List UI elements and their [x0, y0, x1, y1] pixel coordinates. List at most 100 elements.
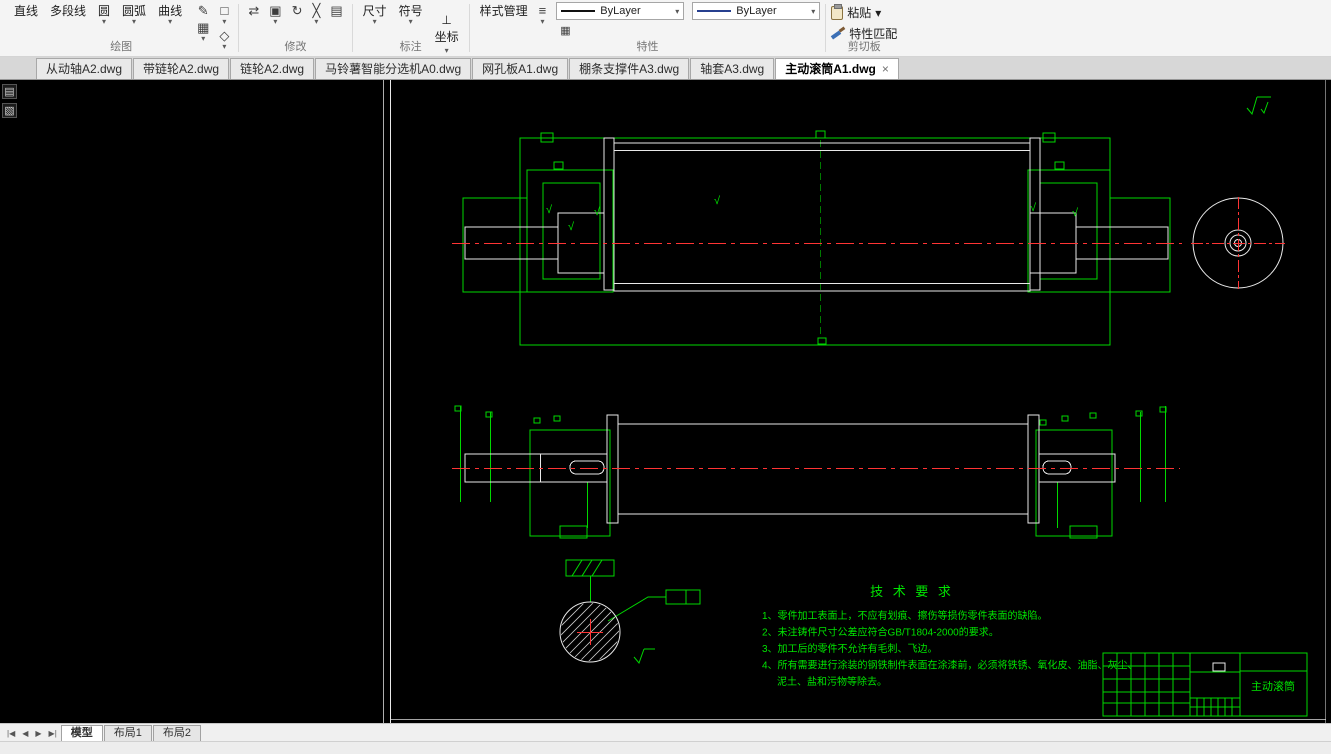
tech-line: 3、加工后的零件不允许有毛刺、飞边。: [762, 642, 938, 655]
arc-tool-label: 圆弧: [122, 4, 147, 18]
file-tab[interactable]: 棚条支撑件A3.dwg: [569, 58, 690, 79]
arc-tool-button[interactable]: 圆弧 ▾: [117, 2, 151, 26]
color-swatch: [697, 10, 732, 12]
tech-line: 4、所有需要进行涂装的钢铁制件表面在涂漆前，必须将铁锈、氧化皮、油脂、灰尘、: [762, 659, 1138, 672]
style-manager-button[interactable]: 样式管理: [475, 2, 533, 18]
hatch-icon[interactable]: ▦ ▾: [193, 19, 213, 43]
ribbon-group-properties: 样式管理 ≡ ▾ ByLayer ▾ ▦ ByLayer ▾ 特性: [470, 0, 826, 56]
symbol-tool-label: 符号: [398, 4, 423, 18]
file-tab[interactable]: 马铃薯智能分选机A0.dwg: [315, 58, 472, 79]
ribbon-group-label-draw: 绘图: [110, 41, 133, 53]
prev-tab-icon[interactable]: ◀: [19, 729, 31, 741]
svg-text:√: √: [568, 221, 575, 233]
tech-line: 2、未注铸件尺寸公差应符合GB/T1804-2000的要求。: [762, 626, 999, 639]
linetype-column: ByLayer ▾ ▦: [556, 2, 685, 38]
ribbon-group-label-annotate: 标注: [399, 41, 422, 53]
drawing-canvas[interactable]: ▤ ▧ √ √ √ √ √ √ 技 术 要 求 1、零件加工表面上，不应有划痕、…: [0, 80, 1331, 723]
rotate-icon[interactable]: ↻: [288, 2, 307, 18]
canvas-side-tools: ▤ ▧: [2, 84, 17, 118]
clipboard-icon: [831, 3, 844, 20]
svg-text:√: √: [1030, 202, 1037, 214]
chevron-down-icon: ▾: [132, 17, 137, 26]
tech-requirements: 技 术 要 求 1、零件加工表面上，不应有划痕、擦伤等损伤零件表面的缺陷。 2、…: [762, 584, 1138, 688]
linetype-select[interactable]: ByLayer ▾: [556, 2, 685, 20]
layout-tab-bar: |◀ ◀ ▶ ▶| 模型 布局1 布局2: [0, 723, 1331, 741]
file-tab[interactable]: 带链轮A2.dwg: [133, 58, 230, 79]
style-manager-label: 样式管理: [479, 4, 528, 18]
linetype-value: ByLayer: [600, 5, 641, 17]
layout2-tab[interactable]: 布局2: [152, 725, 202, 741]
symbol-tool-button[interactable]: 符号 ▾: [394, 2, 428, 26]
chevron-down-icon: ▾: [273, 17, 278, 26]
sketch-icon[interactable]: ✎: [193, 2, 213, 18]
line-tool-button[interactable]: 直线: [9, 2, 43, 18]
chevron-down-icon: ▾: [875, 5, 882, 20]
ribbon-group-label-properties: 特性: [636, 41, 659, 53]
copy-icon[interactable]: ▣ ▾: [265, 2, 285, 26]
cad-application: 直线 多段线 圆 ▾ 圆弧 ▾ 曲线 ▾ ✎ ▦ ▾ □ ▾ ◇ ▾ 绘图 ⇄ …: [0, 0, 1331, 754]
match-properties-label: 特性匹配: [849, 27, 898, 41]
front-view: [452, 405, 1180, 539]
circle-tool-label: 圆: [98, 4, 111, 18]
trim-icon[interactable]: ╳ ▾: [308, 2, 324, 26]
chevron-down-icon: ▾: [102, 17, 107, 26]
array-icon[interactable]: ▤: [326, 2, 346, 18]
lineweight-icon[interactable]: ≡ ▾: [535, 2, 551, 26]
status-bar: [0, 741, 1331, 754]
spline-tool-label: 曲线: [158, 4, 183, 18]
polyline-tool-button[interactable]: 多段线: [45, 2, 91, 18]
tech-line: 1、零件加工表面上，不应有划痕、擦伤等损伤零件表面的缺陷。: [762, 609, 1048, 622]
chevron-down-icon: ▾: [314, 17, 319, 26]
paste-button[interactable]: 粘贴 ▾: [831, 3, 897, 21]
cad-drawing: √ √ √ √ √ √ 技 术 要 求 1、零件加工表面上，不应有划痕、擦伤等损…: [383, 80, 1326, 723]
ribbon-group-label-modify: 修改: [284, 41, 307, 53]
chevron-down-icon: ▾: [372, 17, 377, 26]
file-tab-active[interactable]: 主动滚筒A1.dwg ×: [775, 58, 899, 79]
circle-tool-button[interactable]: 圆 ▾: [93, 2, 115, 26]
first-tab-icon[interactable]: |◀: [4, 729, 18, 741]
dimension-tool-button[interactable]: 尺寸 ▾: [358, 2, 392, 26]
book-icon[interactable]: ▧: [2, 103, 17, 118]
ribbon-group-annotate: 尺寸 ▾ 符号 ▾ ⊥ 坐标 ▾ 标注: [353, 0, 469, 56]
polyline-tool-label: 多段线: [50, 4, 87, 18]
layout1-tab[interactable]: 布局1: [103, 725, 152, 741]
rectangle-icon[interactable]: □ ▾: [215, 2, 233, 26]
chevron-down-icon: ▾: [222, 17, 227, 26]
move-icon[interactable]: ⇄: [244, 2, 263, 18]
end-view: [1191, 197, 1285, 289]
ribbon-group-label-clipboard: 剪切板: [847, 41, 881, 53]
close-icon[interactable]: ×: [882, 63, 889, 75]
surface-finish-symbol: [1246, 96, 1271, 116]
svg-text:√: √: [714, 195, 721, 207]
spline-tool-button[interactable]: 曲线 ▾: [153, 2, 187, 26]
color-select[interactable]: ByLayer ▾: [692, 2, 821, 20]
ribbon-group-modify: ⇄ ▣ ▾ ↻ ╳ ▾ ▤ 修改: [239, 0, 351, 56]
model-tab[interactable]: 模型: [60, 725, 103, 741]
next-tab-icon[interactable]: ▶: [32, 729, 44, 741]
linetype-swatch: [561, 10, 596, 12]
color-value: ByLayer: [736, 5, 777, 17]
chevron-down-icon: ▾: [675, 6, 680, 16]
ribbon-group-draw: 直线 多段线 圆 ▾ 圆弧 ▾ 曲线 ▾ ✎ ▦ ▾ □ ▾ ◇ ▾ 绘图: [4, 0, 238, 56]
file-tab[interactable]: 网孔板A1.dwg: [472, 58, 569, 79]
paste-label: 粘贴: [847, 6, 872, 20]
file-tab[interactable]: 从动轴A2.dwg: [36, 58, 133, 79]
svg-text:√: √: [1072, 207, 1079, 219]
roughness-marks: √ √ √ √ √ √: [546, 195, 1079, 233]
file-tab[interactable]: 轴套A3.dwg: [690, 58, 775, 79]
chevron-down-icon: ▾: [168, 17, 173, 26]
note-icon[interactable]: ▤: [2, 84, 17, 99]
ribbon-group-clipboard: 粘贴 ▾ 特性匹配 剪切板: [826, 0, 902, 56]
dimension-tool-label: 尺寸: [362, 4, 387, 18]
title-block-part-name: 主动滚筒: [1251, 679, 1295, 693]
file-tab[interactable]: 链轮A2.dwg: [230, 58, 315, 79]
top-view: √ √ √ √ √ √: [452, 130, 1182, 346]
chevron-down-icon: ▾: [540, 17, 545, 26]
chevron-down-icon: ▾: [408, 17, 413, 26]
last-tab-icon[interactable]: ▶|: [46, 729, 60, 741]
line-tool-label: 直线: [14, 4, 39, 18]
brush-icon: [831, 27, 845, 40]
svg-text:√: √: [594, 206, 601, 218]
match-properties-button[interactable]: 特性匹配: [831, 25, 897, 42]
hatch-pattern-icon[interactable]: ▦: [556, 22, 574, 38]
